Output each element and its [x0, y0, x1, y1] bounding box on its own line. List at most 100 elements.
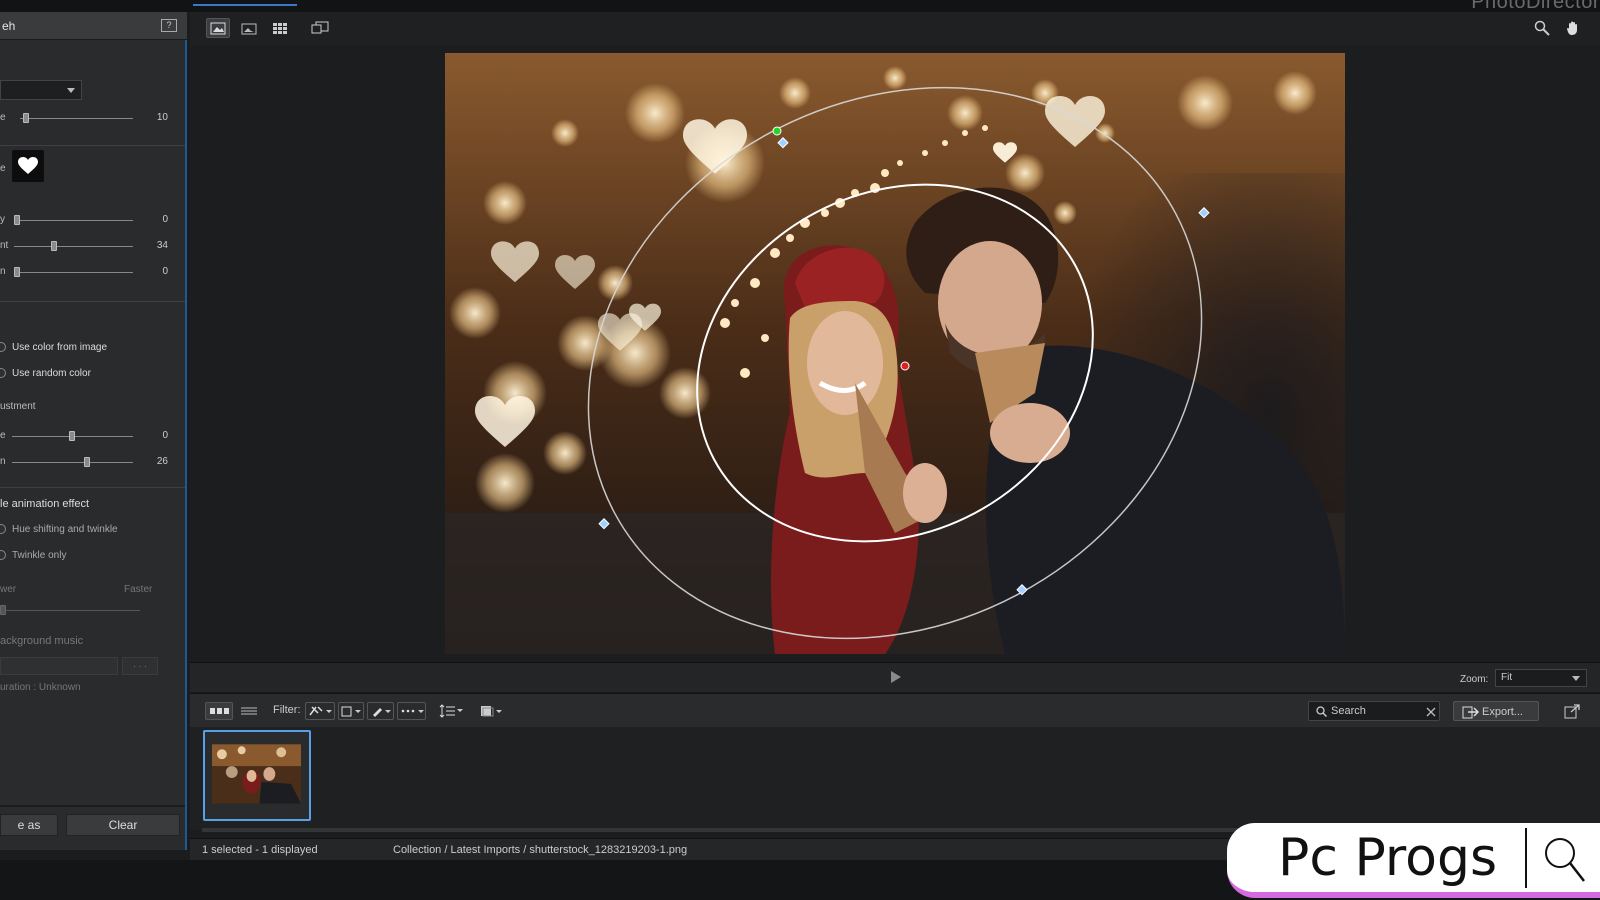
hue-twinkle-radio[interactable] — [0, 524, 6, 534]
animation-effect-label: le animation effect — [0, 498, 90, 510]
color-from-image-radio[interactable] — [0, 342, 6, 352]
list-view-button[interactable] — [236, 702, 262, 720]
filmstrip-icon — [210, 708, 229, 714]
second-monitor-button[interactable] — [308, 18, 332, 38]
density-value: 0 — [162, 214, 168, 225]
more-icon — [401, 709, 424, 713]
filter-label: Filter: — [273, 704, 301, 716]
flag-filter-icon — [309, 706, 332, 716]
divider — [0, 487, 185, 488]
duration-label: uration : Unknown — [0, 682, 81, 693]
export-button[interactable]: Export... — [1453, 701, 1539, 721]
magnifier-icon — [1534, 20, 1550, 36]
edit-filter-button[interactable] — [367, 702, 394, 720]
zoom-dropdown[interactable]: Fit — [1495, 669, 1587, 687]
zoom-label: Zoom: — [1460, 674, 1489, 685]
monitor-icon — [311, 21, 329, 34]
saturation-label: n — [0, 456, 6, 467]
heart-shape-button[interactable] — [12, 150, 44, 182]
search-placeholder: Search — [1331, 705, 1366, 717]
twinkle-only-radio[interactable] — [0, 550, 6, 560]
density-slider-track[interactable] — [14, 220, 133, 221]
density-label: y — [0, 214, 5, 225]
magnifier-icon — [1545, 838, 1585, 882]
saturation-slider-thumb[interactable] — [84, 457, 90, 467]
view-toolbar — [190, 12, 1600, 46]
clear-button[interactable]: Clear — [66, 814, 180, 836]
divider — [0, 301, 185, 302]
sort-button[interactable] — [437, 702, 465, 720]
file-path: Collection / Latest Imports / shuttersto… — [393, 844, 688, 856]
random-color-radio[interactable] — [0, 368, 6, 378]
saturation-value: 26 — [156, 456, 168, 467]
size-slider-track[interactable] — [20, 118, 133, 119]
amount-slider-track[interactable] — [14, 246, 133, 247]
rotation-slider-track[interactable] — [14, 272, 133, 273]
compare-view-button[interactable] — [237, 18, 261, 38]
flag-filter-button[interactable] — [305, 702, 335, 720]
filmstrip-view-button[interactable] — [205, 702, 233, 720]
search-input[interactable] — [1308, 701, 1440, 721]
label-filter-button[interactable] — [338, 702, 364, 720]
speed-slower-label: wer — [0, 584, 17, 595]
more-filter-button[interactable] — [397, 702, 426, 720]
music-browse-button[interactable]: · · · — [122, 657, 158, 675]
export-label: Export... — [1482, 706, 1523, 718]
popout-icon[interactable]: ? — [161, 19, 177, 32]
panel-title: eh — [2, 19, 16, 33]
hue-slider-thumb[interactable] — [69, 431, 75, 441]
pan-tool-button[interactable] — [1561, 18, 1585, 38]
amount-slider-thumb[interactable] — [51, 241, 57, 251]
single-view-button[interactable] — [206, 18, 230, 38]
random-color-label: Use random color — [12, 368, 91, 379]
hand-icon — [1567, 21, 1577, 35]
selection-status: 1 selected - 1 displayed — [202, 844, 318, 856]
preset-dropdown[interactable] — [0, 80, 82, 100]
hue-label: e — [0, 430, 6, 441]
divider — [0, 805, 185, 807]
play-icon[interactable] — [891, 671, 901, 683]
speed-faster-label: Faster — [124, 584, 153, 595]
photo-editor-window: PhotoDirector eh ? e 10 e y 0 nt 34 n 0 — [0, 0, 1600, 900]
music-file-field[interactable] — [0, 657, 118, 675]
adjustment-label: ustment — [0, 401, 36, 412]
size-slider-thumb[interactable] — [23, 113, 29, 123]
thumbnail-image[interactable] — [212, 744, 301, 804]
amount-label: nt — [0, 240, 9, 251]
zoom-tool-button[interactable] — [1530, 18, 1554, 38]
density-slider-thumb[interactable] — [14, 215, 20, 225]
speed-slider-thumb[interactable] — [0, 605, 6, 615]
thumbnail-size-button[interactable] — [479, 702, 503, 720]
active-tab-indicator[interactable] — [193, 0, 297, 6]
thumbnail-size-icon — [481, 706, 502, 717]
heart-icon — [18, 157, 38, 174]
divider — [0, 145, 185, 146]
search-icon — [1316, 706, 1327, 717]
image-view-icon — [210, 22, 226, 34]
list-icon — [241, 707, 257, 715]
rotation-value: 0 — [162, 266, 168, 277]
panel-title-bar: eh ? — [0, 12, 187, 40]
image-icon — [241, 23, 257, 34]
popout-icon[interactable] — [1564, 704, 1580, 719]
size-label: e — [0, 112, 6, 123]
twinkle-only-label: Twinkle only — [12, 550, 67, 561]
chevron-down-icon — [1572, 676, 1580, 681]
hue-value: 0 — [162, 430, 168, 441]
background-music-label: ackground music — [0, 635, 84, 647]
chevron-down-icon — [67, 88, 75, 93]
saturation-slider-track[interactable] — [12, 462, 133, 463]
square-filter-icon — [341, 706, 361, 717]
watermark-divider — [1525, 828, 1527, 888]
photo-canvas[interactable] — [445, 53, 1345, 654]
size-value: 10 — [156, 112, 168, 123]
bokeh-settings-panel: eh ? e 10 e y 0 nt 34 n 0 Use color from… — [0, 12, 187, 850]
save-as-button[interactable]: e as — [0, 814, 58, 836]
speed-slider-track[interactable] — [0, 610, 140, 611]
shape-label: e — [0, 163, 6, 174]
close-icon[interactable] — [1426, 707, 1436, 717]
grid-view-button[interactable] — [268, 18, 292, 38]
pencil-icon — [372, 708, 391, 717]
color-from-image-label: Use color from image — [12, 342, 108, 353]
rotation-slider-thumb[interactable] — [14, 267, 20, 277]
